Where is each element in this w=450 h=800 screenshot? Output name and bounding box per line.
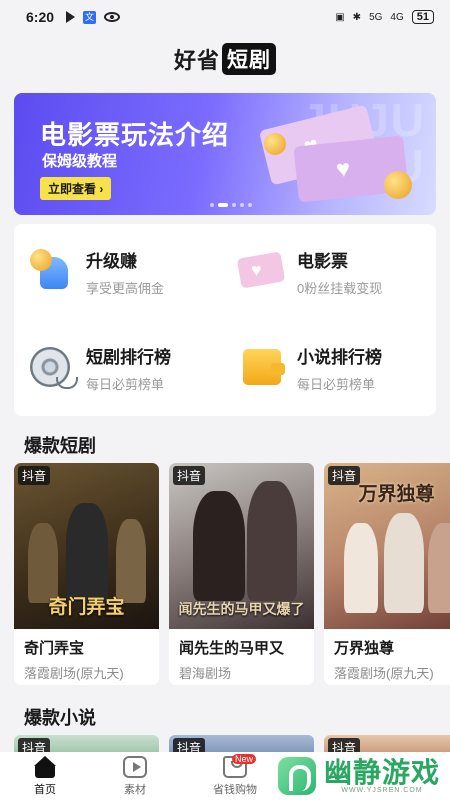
poster-title: 奇门弄宝 [48,597,125,618]
drama-studio: 落霞剧场(原九天) [334,666,434,681]
section-title-dramas: 爆款短剧 [24,436,96,456]
watermark-text: 幽静游戏 [323,756,440,788]
status-time: 6:20 [26,9,55,25]
platform-badge: 抖音 [18,466,51,485]
feature-desc: 每日必剪榜单 [86,377,165,392]
poster-title: 闻先生的马甲又爆了 [178,601,305,617]
nfc-icon: ▣ [335,11,345,23]
pagination-dot[interactable] [240,203,244,207]
movie-ticket-icon [237,247,287,297]
feature-title: 电影票 [297,252,348,271]
section-title-novels: 爆款小说 [24,708,96,728]
pagination-dot-active[interactable] [218,203,228,207]
wallet-book-icon [237,343,287,393]
drama-poster: 抖音 万界独尊 [324,463,450,629]
network-5g-indicator: 5G [369,11,383,23]
drama-card[interactable]: 抖音 奇门弄宝 奇门弄宝 落霞剧场(原九天) [14,463,159,685]
bluetooth-icon: ✱ [352,11,362,23]
watermark: 幽静游戏 WWW.YJSREN.COM [277,752,440,800]
drama-name: 奇门弄宝 [24,640,85,657]
nav-shop[interactable]: New 省钱购物 [180,752,290,800]
drama-studio: 碧海剧场 [179,666,232,681]
eye-icon [104,12,121,22]
home-icon [33,755,57,778]
feature-drama-ranking[interactable]: 短剧排行榜 每日必剪榜单 [14,320,225,416]
coin-icon [384,171,412,199]
feature-movie-ticket[interactable]: 电影票 0粉丝挂载变现 [225,224,436,320]
nav-home[interactable]: 首页 [0,752,90,800]
drama-carousel[interactable]: 抖音 奇门弄宝 奇门弄宝 落霞剧场(原九天) 抖音 闻先生的马甲又爆了 闻先生的… [14,463,450,685]
poster-title: 万界独尊 [358,484,435,505]
signal-4g-indicator: 4G [390,11,404,23]
banner-cta-button[interactable]: 立即查看 › [40,177,112,200]
drama-name: 闻先生的马甲又 [179,640,285,657]
drama-name: 万界独尊 [334,640,395,657]
translate-icon: 文 [83,10,97,24]
nav-label: 首页 [34,783,56,796]
pagination-dot[interactable] [248,203,252,207]
feature-desc: 享受更高佣金 [86,281,165,296]
coin-icon [264,133,286,155]
banner-pagination [210,203,252,207]
feature-novel-ranking[interactable]: 小说排行榜 每日必剪榜单 [225,320,436,416]
feature-title: 短剧排行榜 [86,348,171,367]
nav-label: 省钱购物 [213,783,257,796]
nav-label: 素材 [124,783,146,796]
app-title-part1: 好省 [173,48,220,73]
pagination-dot[interactable] [210,203,214,207]
drama-card[interactable]: 抖音 闻先生的马甲又爆了 闻先生的马甲又 碧海剧场 [169,463,314,685]
feature-desc: 每日必剪榜单 [297,377,376,392]
video-icon [123,755,147,778]
drama-studio: 落霞剧场(原九天) [24,666,124,681]
film-reel-icon [26,343,78,393]
banner-title: 电影票玩法介绍 [40,120,230,150]
battery-indicator: 51 [411,10,434,24]
watermark-logo-icon [277,757,316,795]
feature-title: 升级赚 [86,252,137,271]
banner-subtitle: 保姆级教程 [42,153,118,170]
feature-desc: 0粉丝挂载变现 [297,281,383,296]
app-title-part2: 短剧 [222,43,276,75]
drama-poster: 抖音 闻先生的马甲又爆了 [169,463,314,629]
feature-grid: 升级赚 享受更高佣金 电影票 0粉丝挂载变现 短剧排行榜 每日必剪榜单 小说排行… [14,224,436,416]
thumbs-up-coin-icon [26,247,76,297]
drama-poster: 抖音 奇门弄宝 [14,463,159,629]
status-bar: 6:20 文 ▣ ✱ 5G 4G 51 [0,0,450,34]
app-header: 好省 短剧 [0,34,450,84]
feature-title: 小说排行榜 [297,348,382,367]
drama-card[interactable]: 抖音 万界独尊 万界独尊 落霞剧场(原九天) [324,463,450,685]
promo-banner[interactable]: JUJUJUJU ♥ ♥ 电影票玩法介绍 保姆级教程 立即查看 › [14,93,436,215]
watermark-url: WWW.YJSREN.COM [341,786,423,794]
feature-upgrade-earn[interactable]: 升级赚 享受更高佣金 [14,224,225,320]
new-badge: New [232,754,257,764]
nav-materials[interactable]: 素材 [90,752,180,800]
platform-badge: 抖音 [173,466,206,485]
pagination-dot[interactable] [232,203,236,207]
media-play-icon [66,11,76,23]
